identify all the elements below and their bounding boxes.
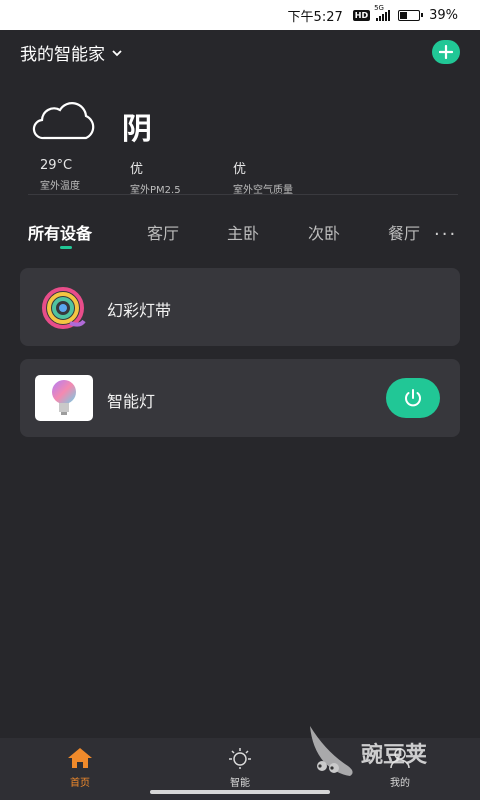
home-selector[interactable]: 我的智能家 (20, 40, 123, 65)
outdoor-air-quality: 优 室外空气质量 (233, 158, 293, 196)
tab-all-devices[interactable]: 所有设备 (28, 220, 92, 244)
device-card-light-strip[interactable]: 幻彩灯带 (20, 268, 460, 346)
sun-icon (229, 748, 251, 769)
more-tabs-button[interactable]: ··· (434, 224, 457, 245)
power-icon (405, 389, 421, 407)
home-indicator (150, 790, 330, 794)
home-icon (68, 748, 92, 768)
room-tabs: 所有设备 客厅 主卧 次卧 餐厅 (0, 220, 480, 250)
status-bar: 下午5:27 HD 5G 39% (0, 0, 480, 30)
stat-value: 优 (233, 162, 247, 177)
chevron-down-icon (112, 49, 122, 56)
add-device-button[interactable] (432, 40, 460, 64)
battery-percent: 39% (429, 7, 458, 23)
tab-master-bedroom[interactable]: 主卧 (227, 220, 259, 244)
smart-bulb-icon (35, 375, 93, 421)
nav-smart[interactable]: 智能 (210, 746, 270, 789)
watermark-logo: 豌豆荚 (306, 722, 466, 782)
tab-living-room[interactable]: 客厅 (147, 220, 179, 244)
plus-icon (439, 45, 453, 59)
outdoor-pm25: 优 室外PM2.5 (130, 158, 181, 196)
home-name: 我的智能家 (20, 45, 105, 65)
tab-second-bedroom[interactable]: 次卧 (308, 220, 340, 244)
network-label: 5G (374, 4, 384, 12)
divider (28, 194, 458, 195)
stat-label: 室外温度 (40, 181, 80, 192)
cloud-icon (32, 102, 95, 140)
stat-value: 29°C (40, 158, 73, 173)
stat-value: 优 (130, 162, 144, 177)
device-name: 智能灯 (107, 392, 156, 411)
outdoor-temperature: 29°C 室外温度 (40, 158, 80, 192)
active-tab-indicator (60, 246, 72, 249)
device-name: 幻彩灯带 (107, 301, 172, 320)
watermark-text: 豌豆荚 (361, 743, 428, 768)
hd-badge: HD (352, 9, 371, 21)
status-time: 下午5:27 (287, 9, 343, 25)
rgb-light-strip-icon (42, 287, 86, 329)
power-toggle-button[interactable] (386, 378, 440, 418)
nav-home[interactable]: 首页 (50, 746, 110, 789)
nav-label: 首页 (70, 778, 90, 789)
device-card-smart-bulb[interactable]: 智能灯 (20, 359, 460, 437)
signal-icon: 5G (374, 4, 391, 21)
battery-icon (398, 9, 424, 21)
pea-pod-icon (310, 726, 353, 776)
tab-dining-room[interactable]: 餐厅 (388, 220, 420, 244)
nav-label: 智能 (230, 778, 250, 789)
weather-condition: 阴 (122, 112, 152, 147)
